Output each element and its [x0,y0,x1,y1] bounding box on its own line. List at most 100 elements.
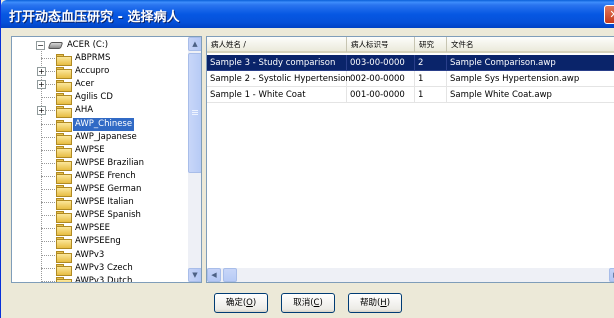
folder-icon [56,198,72,211]
folder-icon [56,171,72,184]
list-horizontal-scrollbar[interactable]: ◀ ▶ [207,268,614,282]
tree-vertical-scrollbar[interactable]: ▲ ▼ [188,37,201,282]
horizontal-scroll-thumb[interactable] [223,268,237,282]
folder-icon [56,119,72,132]
tree-item-label: Agilis CD [75,92,113,103]
tree-root-drive[interactable]: − ACER (C:) [12,39,188,52]
close-button[interactable]: ✕ [604,5,614,24]
folder-icon [56,211,72,224]
tree-connector [41,189,55,190]
chevron-left-icon: ◀ [211,271,217,279]
folder-icon [56,67,72,80]
tree-item-label: AWPv3 Dutch [75,275,133,283]
tree-item[interactable]: AWPSE Italian [12,196,188,211]
folder-icon [56,106,72,119]
scroll-thumb[interactable] [188,53,201,173]
column-header-patient-id[interactable]: 病人标识号 [347,37,415,52]
tree-item-label: AWPv3 Czech [75,262,133,273]
tree-item[interactable]: + Acer [12,78,188,93]
tree-item[interactable]: AWPSE French [12,170,188,184]
tree-item-label: AHA [75,105,94,116]
column-header-study[interactable]: 研究 [415,37,447,52]
tree-item-label: AWP_Chinese [73,117,135,131]
tree-item-label: AWPSE Spanish [75,210,141,221]
tree-item[interactable]: AWP_Japanese [12,131,188,145]
folder-icon [56,158,72,171]
tree-connector [41,254,55,256]
tree-item[interactable]: ABPRMS [12,52,188,66]
cell-patient-name: Sample 1 - White Coat [207,87,347,103]
plus-box-icon[interactable]: + [37,80,46,90]
tree-item[interactable]: AWPSEE [12,222,188,237]
folder-tree[interactable]: − ACER (C:) ABPRMS + Accupro + Acer Agilis CD… [11,36,202,283]
tree-connector [41,267,55,269]
table-row[interactable]: Sample 3 - Study comparison 003-00-0000 2 S… [207,55,614,71]
cell-patient-id: 001-00-0000 [347,87,415,103]
cell-patient-id: 002-00-0000 [347,71,415,87]
plus-box-icon[interactable]: + [37,106,46,116]
column-header-patient-name[interactable]: 病人姓名 / [207,37,347,52]
tree-item[interactable]: AWPSE [12,144,188,158]
table-row[interactable]: Sample 1 - White Coat 001-00-0000 1 Sample … [207,87,614,103]
column-header-filename[interactable]: 文件名 [447,37,614,52]
cell-filename: Sample Comparison.awp [447,55,614,71]
folder-icon [56,263,72,276]
cancel-label-end: ) [319,298,323,308]
tree-item[interactable]: + AHA [12,104,188,119]
tree-item[interactable]: AWPSE Spanish [12,209,188,224]
cancel-label: 取消( [293,298,314,308]
tree-item-label: AWPSE French [75,170,136,181]
tree-item[interactable]: + Accupro [12,65,188,80]
tree-item-label: AWPSE German [75,184,142,194]
close-icon: ✕ [609,8,614,21]
ok-button[interactable]: 确定(O) [214,293,268,313]
cell-study: 1 [415,71,447,87]
cell-filename: Sample Sys Hypertension.awp [447,71,614,87]
help-button[interactable]: 帮助(H) [348,293,402,313]
cell-study: 2 [415,55,447,71]
tree-item[interactable]: AWPv3 Czech [12,262,188,276]
tree-item-label: AWPSE [75,144,105,155]
help-label: 帮助( [359,298,381,308]
grip-icon [192,110,198,111]
list-header: 病人姓名 / 病人标识号 研究 文件名 [207,37,614,53]
tree-connector [41,123,55,125]
tree-item[interactable]: AWPv3 [12,249,188,263]
ok-label: 确定( [225,298,247,308]
tree-item-label: AWPSEE [75,223,111,234]
patient-list[interactable]: 病人姓名 / 病人标识号 研究 文件名 Sample 3 - Study com… [206,36,614,283]
table-row[interactable]: Sample 2 - Systolic Hypertension 002-00-0… [207,71,614,87]
scroll-up-button[interactable]: ▲ [188,37,201,51]
chevron-down-icon: ▼ [192,271,198,279]
help-label-end: ) [386,298,391,308]
plus-box-icon[interactable]: + [37,67,46,77]
folder-icon [56,250,72,263]
title-bar[interactable]: 打开动态血压研究 - 选择病人 ✕ [1,0,614,28]
tree-item[interactable]: AWPSE Brazilian [12,157,188,171]
tree-item[interactable]: AWPSE German [12,183,188,197]
dialog-window: 打开动态血压研究 - 选择病人 ✕ − ACER (C:) ABPRMS + Acc… [0,0,614,318]
scroll-left-button[interactable]: ◀ [207,268,221,282]
cancel-button[interactable]: 取消(C) [281,293,335,313]
tree-item-label: AWP_Japanese [75,131,137,142]
tree-connector [41,228,55,230]
tree-connector [41,149,55,151]
tree-connector [41,215,55,217]
tree-item[interactable]: AWP_Chinese [12,117,188,132]
folder-icon [56,185,72,197]
cell-patient-name: Sample 3 - Study comparison [207,55,347,71]
tree-item[interactable]: AWPv3 Dutch [12,275,188,283]
tree-item[interactable]: AWPSEEng [12,235,188,250]
cell-filename: Sample White Coat.awp [447,87,614,103]
scroll-down-button[interactable]: ▼ [188,268,201,282]
ok-label-end: ) [252,298,257,308]
folder-icon [56,132,72,145]
tree-item[interactable]: Agilis CD [12,91,188,106]
tree-item-label: AWPv3 [75,249,105,260]
window-title: 打开动态血压研究 - 选择病人 [9,10,180,25]
scroll-right-button[interactable]: ▶ [609,268,614,282]
tree-connector [41,136,55,138]
folder-icon [56,145,72,158]
cell-study: 1 [415,87,447,103]
folder-icon [56,276,72,282]
